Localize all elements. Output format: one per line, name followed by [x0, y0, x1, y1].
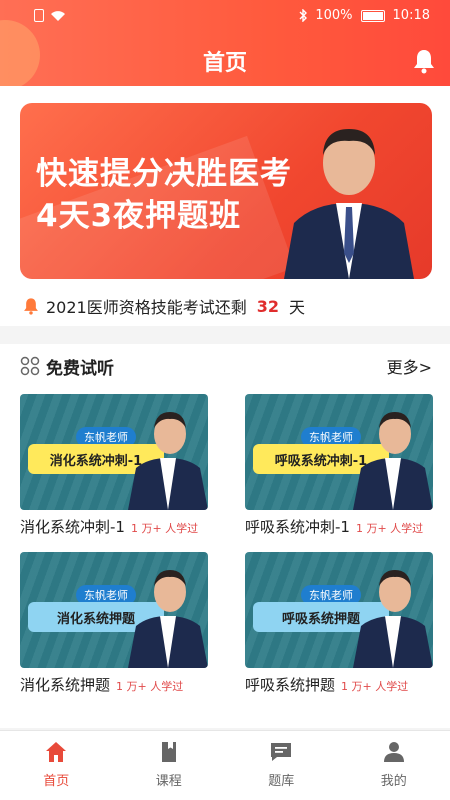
- learner-count: 1 万+ 人学过: [341, 680, 409, 693]
- tab-label: 我的: [380, 774, 407, 789]
- course-card[interactable]: 东帆老师 呼吸系统冲刺-1 呼吸系统冲刺-1 1 万+ 人学过: [245, 394, 433, 537]
- course-thumbnail: 东帆老师 呼吸系统押题: [245, 552, 433, 668]
- countdown-prefix: 2021医师资格技能考试还剩: [46, 298, 247, 317]
- promo-banner[interactable]: 快速提分决胜医考 4天3夜押题班: [20, 103, 432, 279]
- grid-icon: [20, 356, 40, 376]
- tab-question-bank[interactable]: 题库: [225, 731, 338, 800]
- exam-countdown: 2021医师资格技能考试还剩 32 天: [22, 294, 305, 318]
- countdown-days: 32: [256, 296, 279, 316]
- course-title: 消化系统冲刺-1: [20, 518, 125, 536]
- bluetooth-icon: [299, 9, 308, 22]
- status-bar: 100% 10:18: [0, 0, 450, 34]
- book-icon: [161, 742, 176, 762]
- status-time: 10:18: [392, 8, 430, 23]
- tab-label: 课程: [155, 774, 182, 789]
- teacher-photo: [353, 412, 433, 510]
- page-title: 首页: [202, 51, 247, 76]
- teacher-photo: [284, 129, 414, 279]
- countdown-suffix: 天: [289, 298, 306, 317]
- tab-label: 首页: [43, 774, 70, 789]
- app-header: 100% 10:18 首页: [0, 0, 450, 86]
- question-bank-icon: [271, 743, 292, 761]
- home-icon: [46, 742, 67, 762]
- course-title: 呼吸系统冲刺-1: [245, 518, 350, 536]
- promo-card: 快速提分决胜医考 4天3夜押题班 2021医师资格技能考试还剩 32 天: [0, 86, 450, 326]
- course-card[interactable]: 东帆老师 呼吸系统押题 呼吸系统押题 1 万+ 人学过: [245, 552, 433, 695]
- teacher-photo: [353, 570, 433, 668]
- tab-home[interactable]: 首页: [0, 731, 113, 800]
- user-icon: [383, 742, 404, 762]
- course-title: 呼吸系统押题: [245, 676, 336, 694]
- main-content: 快速提分决胜医考 4天3夜押题班 2021医师资格技能考试还剩 32 天 免费试…: [0, 86, 450, 730]
- bell-icon: [24, 298, 38, 315]
- banner-text: 快速提分决胜医考 4天3夜押题班: [36, 153, 292, 237]
- teacher-photo: [128, 570, 208, 668]
- bell-icon[interactable]: [412, 48, 436, 74]
- section-title: 免费试听: [46, 358, 114, 379]
- tab-label: 题库: [268, 774, 295, 789]
- teacher-photo: [128, 412, 208, 510]
- tab-profile[interactable]: 我的: [338, 731, 450, 800]
- more-link[interactable]: 更多>: [387, 354, 432, 378]
- wifi-icon: [51, 10, 65, 21]
- learner-count: 1 万+ 人学过: [130, 522, 199, 535]
- course-thumbnail: 东帆老师 消化系统押题: [20, 552, 208, 668]
- course-card[interactable]: 东帆老师 消化系统冲刺-1 消化系统冲刺-1 1 万+ 人学过: [20, 394, 208, 537]
- battery-percent: 100%: [315, 8, 353, 23]
- battery-icon: [360, 9, 385, 22]
- course-card[interactable]: 东帆老师 消化系统押题 消化系统押题 1 万+ 人学过: [20, 552, 208, 695]
- tab-courses[interactable]: 课程: [113, 731, 226, 800]
- banner-line2: 4天3夜押题班: [36, 198, 242, 234]
- course-title: 消化系统押题: [20, 676, 111, 694]
- course-thumbnail: 东帆老师 消化系统冲刺-1: [20, 394, 208, 510]
- free-trial-section: 免费试听 更多> 东帆老师 消化系统冲刺-1 消化系统冲刺-1 1 万+ 人学过: [0, 344, 450, 728]
- course-thumbnail: 东帆老师 呼吸系统冲刺-1: [245, 394, 433, 510]
- section-header: 免费试听 更多>: [20, 354, 432, 379]
- learner-count: 1 万+ 人学过: [116, 680, 184, 693]
- banner-line1: 快速提分决胜医考: [36, 156, 292, 192]
- learner-count: 1 万+ 人学过: [355, 522, 424, 535]
- bottom-tab-bar: 首页 课程 题库 我的: [0, 730, 450, 800]
- sim-icon: [34, 9, 44, 22]
